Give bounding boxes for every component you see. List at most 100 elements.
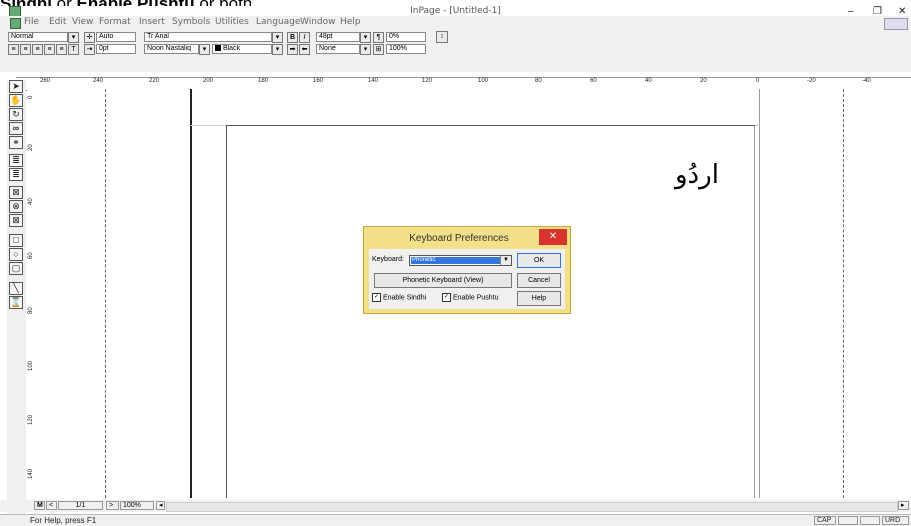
link-tool-icon[interactable]: ∞ (9, 122, 23, 135)
horizontal-scrollbar[interactable] (166, 502, 898, 512)
rounded-picture-tool-icon[interactable]: ⊠ (9, 214, 23, 227)
tracking-field[interactable]: 0% (386, 32, 426, 42)
help-button[interactable]: Help (517, 291, 561, 306)
cancel-button[interactable]: Cancel (517, 273, 561, 288)
urdu-text[interactable]: اردُو (675, 160, 719, 190)
menu-insert[interactable]: Insert (139, 17, 165, 27)
rotate-tool-icon[interactable]: ↻ (9, 108, 23, 121)
status-help-text: For Help, press F1 (30, 516, 97, 525)
next-page-button[interactable]: > (106, 501, 119, 510)
ruler-label: 260 (40, 78, 51, 84)
arrow-left-icon[interactable]: ⬅ (299, 44, 310, 55)
enable-pushtu-checkbox[interactable]: ✓ (442, 293, 451, 302)
chevron-down-icon[interactable]: ▾ (272, 44, 283, 55)
chevron-down-icon[interactable]: ▾ (360, 32, 371, 43)
urdu-font-dropdown[interactable]: Noori Nastaliq (144, 44, 199, 54)
num-indicator (838, 516, 858, 525)
vruler-label: 100 (28, 360, 34, 371)
chevron-down-icon[interactable]: ▾ (68, 32, 79, 43)
line-spacing-icon[interactable]: T (68, 44, 79, 55)
chevron-down-icon[interactable]: ▼ (500, 256, 511, 265)
shade-dropdown[interactable]: None (316, 44, 360, 54)
ruler-label: 100 (478, 78, 489, 84)
indent-field[interactable]: 0pt (96, 44, 136, 54)
column-guide (105, 89, 106, 498)
phonetic-keyboard-view-button[interactable]: Phonetic Keyboard (View) (374, 273, 512, 288)
mdi-controls[interactable] (884, 18, 908, 30)
master-page-button[interactable]: M (34, 501, 45, 510)
picture-box-tool-icon[interactable]: ⊠ (9, 186, 23, 199)
leading-field[interactable]: Auto (96, 32, 136, 42)
justify-icon[interactable]: ≡ (44, 44, 55, 55)
oval-tool-icon[interactable]: ○ (9, 248, 23, 261)
menu-symbols[interactable]: Symbols (172, 17, 210, 27)
dialog-body: Keyboard: Phonetic ▼ OK Phonetic Keyboar… (369, 249, 565, 309)
menu-format[interactable]: Format (99, 17, 131, 27)
ruler-label: -40 (862, 78, 871, 84)
toolbars: Normal ▾ ✛ Auto Tr Arial ▾ B I 48pt ▾ ¶ … (0, 30, 911, 72)
scroll-right-button[interactable]: ▸ (898, 501, 909, 510)
vruler-label: 20 (28, 144, 34, 151)
window-title: InPage - [Untitled-1] (410, 6, 501, 16)
chevron-down-icon[interactable]: ▾ (272, 32, 283, 43)
keyboard-preferences-dialog: Keyboard Preferences ✕ Keyboard: Phoneti… (363, 226, 571, 314)
rectangle-tool-icon[interactable]: □ (9, 234, 23, 247)
line-tool-icon[interactable]: ╲ (9, 282, 23, 295)
english-font-dropdown[interactable]: Tr Arial (144, 32, 272, 42)
scroll-left-button[interactable]: ◂ (156, 501, 165, 510)
english-font-value: Arial (154, 33, 169, 40)
menu-view[interactable]: View (72, 17, 93, 27)
menu-window[interactable]: Window (300, 17, 336, 27)
italic-button[interactable]: I (299, 32, 310, 43)
enable-sindhi-label: Enable Sindhi (382, 294, 427, 302)
color-dropdown[interactable]: Black (212, 44, 272, 54)
menu-help[interactable]: Help (340, 17, 361, 27)
font-size-field[interactable]: 48pt (316, 32, 360, 42)
dialog-close-button[interactable]: ✕ (539, 229, 567, 245)
menu-utilities[interactable]: Utilities (215, 17, 249, 27)
align-left-icon[interactable]: ≡ (32, 44, 43, 55)
language-indicator: URD (882, 516, 909, 525)
zoom-field[interactable]: 100% (120, 501, 154, 510)
scale-field[interactable]: 100% (386, 44, 426, 54)
menu-bar: File Edit View Format Insert Symbols Uti… (0, 16, 911, 30)
scale-icon: ⊞ (373, 44, 384, 55)
menu-file[interactable]: File (24, 17, 39, 27)
ruler-label: 20 (700, 78, 707, 84)
hand-tool-icon[interactable]: ✋ (9, 94, 23, 107)
oval-picture-tool-icon[interactable]: ⊗ (9, 200, 23, 213)
prev-page-button[interactable]: < (46, 501, 57, 510)
ruler-label: 160 (313, 78, 324, 84)
rounded-rect-tool-icon[interactable]: ▢ (9, 262, 23, 275)
unlink-tool-icon[interactable]: ⚭ (9, 136, 23, 149)
hourglass-tool-icon[interactable]: ⌛ (9, 296, 23, 309)
bold-button[interactable]: B (287, 32, 298, 43)
style-dropdown[interactable]: Normal (8, 32, 68, 42)
keyboard-select[interactable]: Phonetic ▼ (409, 255, 512, 266)
ruler-label: 240 (93, 78, 104, 84)
enable-sindhi-checkbox[interactable]: ✓ (372, 293, 381, 302)
pointer-tool-icon[interactable]: ➤ (9, 80, 23, 93)
justify-all-icon[interactable]: ≡ (56, 44, 67, 55)
arrow-right-icon[interactable]: ➡ (287, 44, 298, 55)
text-direction-button[interactable]: ↕ (436, 31, 448, 43)
vruler-label: 140 (28, 468, 34, 479)
text-box-tool-icon[interactable]: ≣ (9, 154, 23, 167)
page-number-field[interactable]: 1/1 (58, 501, 103, 510)
vruler-label: 40 (28, 198, 34, 205)
menu-language[interactable]: Language (256, 17, 300, 27)
indent-icon: ⇥ (84, 44, 95, 55)
ok-button[interactable]: OK (517, 253, 561, 268)
align-center-icon[interactable]: ≡ (20, 44, 31, 55)
enable-sindhi-option[interactable]: ✓ Enable Sindhi (372, 293, 426, 302)
ruler-label: -20 (807, 78, 816, 84)
chevron-down-icon[interactable]: ▾ (360, 44, 371, 55)
ruler-label: 220 (149, 78, 160, 84)
chevron-down-icon[interactable]: ▾ (199, 44, 210, 55)
enable-pushtu-option[interactable]: ✓ Enable Pushtu (442, 293, 499, 302)
menu-edit[interactable]: Edit (49, 17, 66, 27)
align-right-icon[interactable]: ≡ (8, 44, 19, 55)
vruler-label: 0 (28, 95, 34, 99)
ruler-label: 120 (422, 78, 433, 84)
text-tool-icon[interactable]: ≣ (9, 168, 23, 181)
